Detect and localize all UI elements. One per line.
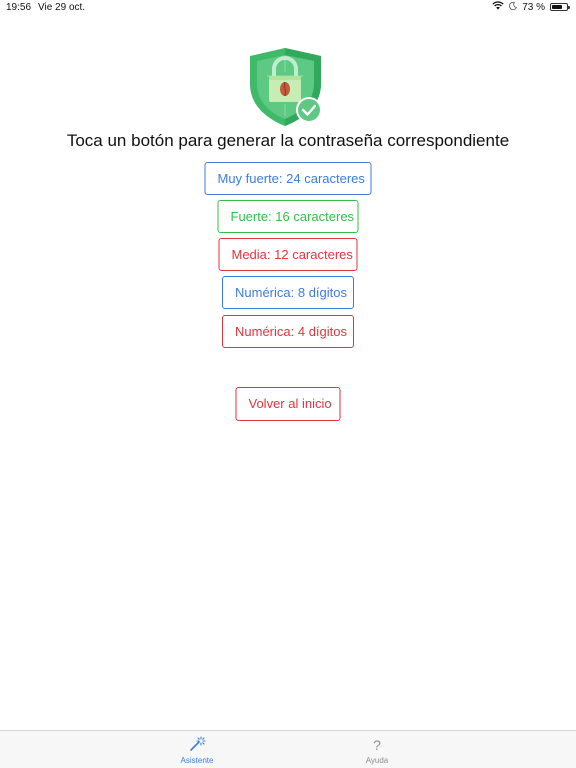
tab-assistant-label: Asistente [180,756,214,765]
question-icon: ? [373,737,381,753]
numeric-8-digits-button[interactable]: Numérica: 8 dígitos [222,276,354,309]
numeric-4-digits-button[interactable]: Numérica: 4 dígitos [222,315,354,348]
status-bar: 19:56 Vie 29 oct. 73 % [0,0,576,16]
status-indicators: 73 % [492,1,570,13]
do-not-disturb-moon-icon [509,1,518,13]
battery-percentage: 73 % [522,1,545,13]
shield-lock-icon [247,46,327,128]
back-to-start-button[interactable]: Volver al inicio [235,387,341,421]
tab-assistant[interactable]: Asistente [157,735,237,765]
status-date: Vie 29 oct. [38,2,86,13]
page-title: Toca un botón para generar la contraseña… [66,131,510,150]
strong-16-chars-button[interactable]: Fuerte: 16 caracteres [217,200,359,233]
battery-level [552,5,563,9]
screen: 19:56 Vie 29 oct. 73 % Toca un botón par… [0,0,576,768]
tab-help-label: Ayuda [365,756,389,765]
battery-icon [550,3,570,11]
very-strong-24-chars-button[interactable]: Muy fuerte: 24 caracteres [204,162,372,195]
tab-bar: Asistente ? Ayuda [0,730,576,768]
wifi-icon [492,1,504,13]
status-time: 19:56 [6,2,32,13]
medium-12-chars-button[interactable]: Media: 12 caracteres [218,238,358,271]
tab-help[interactable]: ? Ayuda [337,735,417,765]
magic-wand-icon [157,735,237,755]
